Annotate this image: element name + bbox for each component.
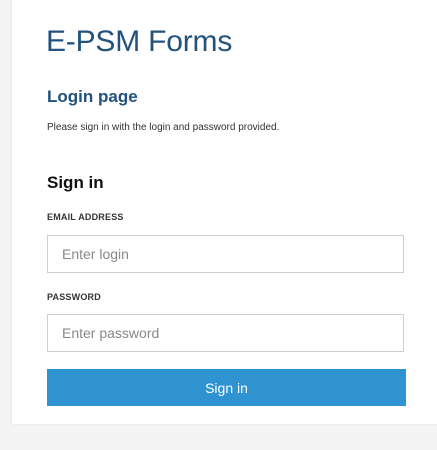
- email-label: EMAIL ADDRESS: [47, 212, 124, 222]
- page-title: Login page: [47, 87, 138, 106]
- login-instructions: Please sign in with the login and passwo…: [47, 122, 280, 133]
- email-field[interactable]: [47, 235, 404, 273]
- password-field[interactable]: [47, 314, 404, 352]
- password-label: PASSWORD: [47, 292, 101, 302]
- app-title: E-PSM Forms: [46, 25, 233, 58]
- login-card: E-PSM Forms Login page Please sign in wi…: [12, 0, 437, 424]
- sign-in-heading: Sign in: [47, 173, 104, 192]
- sign-in-button[interactable]: Sign in: [47, 369, 406, 406]
